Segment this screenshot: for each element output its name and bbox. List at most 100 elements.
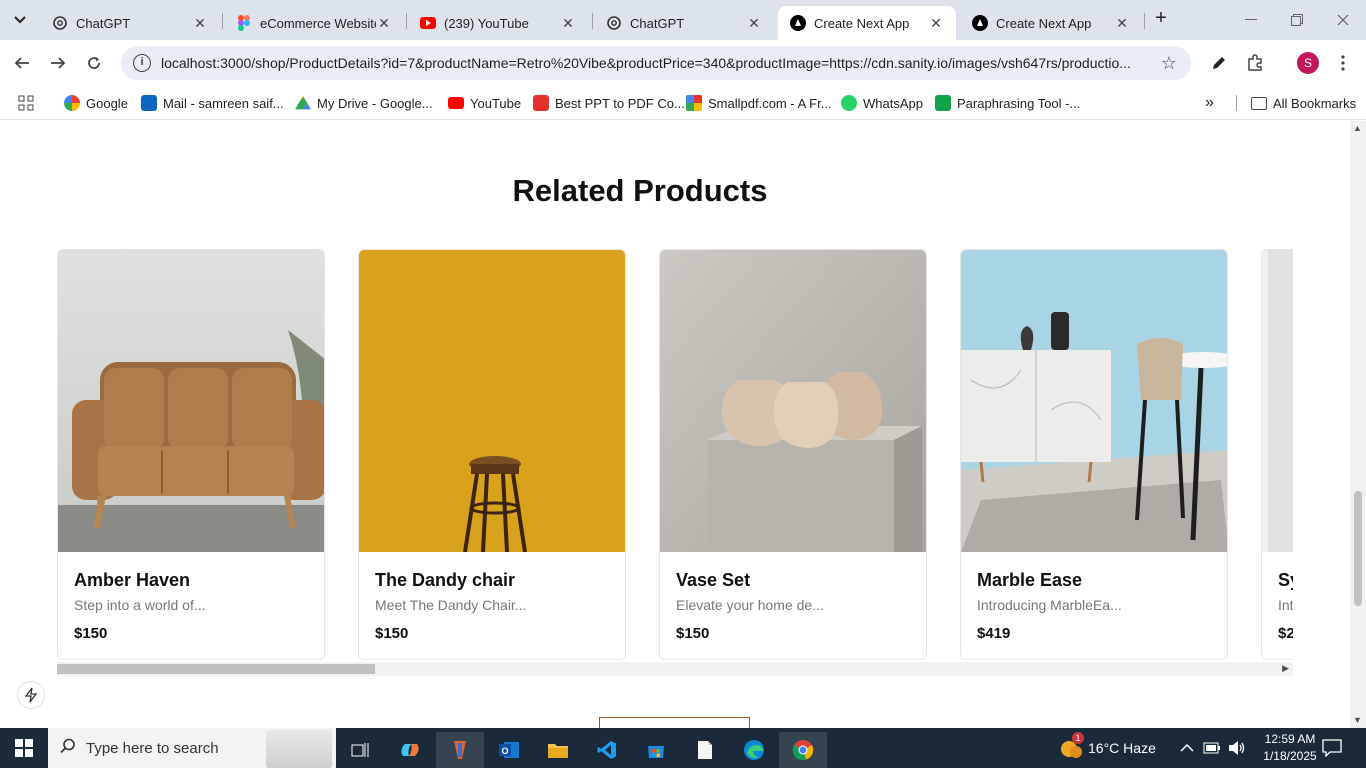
product-card-vase-set[interactable]: Vase Set Elevate your home de... $150 xyxy=(659,249,927,660)
extensions-puzzle-icon[interactable] xyxy=(1242,50,1268,76)
more-bookmarks-chevron-icon[interactable]: » xyxy=(1205,92,1214,114)
task-view-icon[interactable] xyxy=(336,732,384,768)
taskbar-search-box[interactable]: Type here to search xyxy=(48,728,336,768)
reload-icon[interactable] xyxy=(79,48,109,78)
tab-close-icon[interactable]: ✕ xyxy=(192,15,208,31)
product-image-partial[interactable] xyxy=(1262,250,1293,552)
related-products-carousel[interactable]: Amber Haven Step into a world of... $150… xyxy=(57,249,1293,661)
search-icon xyxy=(60,738,76,759)
bookmark-drive[interactable]: My Drive - Google... xyxy=(295,92,433,114)
scroll-right-arrow-icon[interactable]: ▶ xyxy=(1282,663,1289,674)
notepad-file-icon[interactable] xyxy=(681,732,729,768)
address-bar[interactable]: i localhost:3000/shop/ProductDetails?id=… xyxy=(121,46,1191,80)
scroll-up-arrow-icon[interactable]: ▲ xyxy=(1353,123,1362,133)
apps-grid-icon[interactable] xyxy=(18,92,34,114)
copilot-icon[interactable] xyxy=(386,732,434,768)
drive-icon xyxy=(295,95,311,110)
product-name[interactable]: The Dandy chair xyxy=(375,570,515,591)
product-image-sofa[interactable] xyxy=(58,250,324,552)
close-window-icon[interactable] xyxy=(1320,0,1366,40)
product-image-stool[interactable] xyxy=(359,250,625,552)
product-name[interactable]: Amber Haven xyxy=(74,570,190,591)
battery-icon[interactable] xyxy=(1203,728,1221,768)
tab-close-icon[interactable]: ✕ xyxy=(746,15,762,31)
product-card-dandy-chair[interactable]: The Dandy chair Meet The Dandy Chair... … xyxy=(358,249,626,660)
forward-arrow-icon[interactable] xyxy=(43,48,73,78)
bookmark-label: Best PPT to PDF Co... xyxy=(555,95,685,111)
bookmark-ppt-to-pdf[interactable]: Best PPT to PDF Co... xyxy=(533,92,685,114)
bookmark-smallpdf[interactable]: Smallpdf.com - A Fr... xyxy=(686,92,832,114)
tab-separator xyxy=(592,13,593,29)
outlook-icon xyxy=(141,95,157,111)
product-description: Int xyxy=(1278,597,1293,613)
tab-search-chevron-icon[interactable] xyxy=(8,8,32,32)
tab-title: ChatGPT xyxy=(630,15,685,31)
notification-center-icon[interactable] xyxy=(1322,728,1342,768)
site-info-icon[interactable]: i xyxy=(133,54,151,72)
bookmark-youtube[interactable]: YouTube xyxy=(448,92,521,114)
product-name[interactable]: Sy xyxy=(1278,570,1293,591)
product-price: $2 xyxy=(1278,625,1293,642)
bookmark-label: Google xyxy=(86,95,128,111)
page-vertical-scrollbar[interactable]: ▲ ▼ xyxy=(1350,121,1366,728)
svg-text:O: O xyxy=(501,746,508,756)
show-hidden-icons-chevron-icon[interactable] xyxy=(1180,728,1194,768)
outlook-icon[interactable]: O xyxy=(485,732,533,768)
bookmark-label: Mail - samreen saif... xyxy=(163,95,284,111)
product-name[interactable]: Marble Ease xyxy=(977,570,1082,591)
tab-youtube[interactable]: (239) YouTube ✕ xyxy=(408,6,588,40)
lightning-bolt-icon[interactable] xyxy=(17,681,45,709)
edge-browser-icon[interactable] xyxy=(730,732,778,768)
clock-time: 12:59 AM xyxy=(1264,732,1316,746)
page-scrollbar-thumb[interactable] xyxy=(1354,491,1362,606)
clock-date: 1/18/2025 xyxy=(1263,749,1317,763)
chrome-browser-icon[interactable] xyxy=(779,732,827,768)
tab-close-icon[interactable]: ✕ xyxy=(560,15,576,31)
pen-icon[interactable] xyxy=(1206,50,1232,76)
product-price: $150 xyxy=(74,625,108,642)
product-card-partial[interactable]: Sy Int $2 xyxy=(1261,249,1293,660)
kebab-menu-icon[interactable] xyxy=(1330,50,1356,76)
product-name[interactable]: Vase Set xyxy=(676,570,750,591)
tab-chatgpt-2[interactable]: ChatGPT ✕ xyxy=(594,6,774,40)
product-card-amber-haven[interactable]: Amber Haven Step into a world of... $150 xyxy=(57,249,325,660)
carousel-scrollbar-thumb[interactable] xyxy=(57,664,375,674)
tab-create-next-app-active[interactable]: Create Next App ✕ xyxy=(778,6,956,40)
tab-ecommerce[interactable]: eCommerce Website ✕ xyxy=(224,6,404,40)
vscode-icon[interactable] xyxy=(583,732,631,768)
bookmark-google[interactable]: Google xyxy=(64,92,128,114)
bookmark-whatsapp[interactable]: WhatsApp xyxy=(841,92,923,114)
carousel-horizontal-scrollbar[interactable]: ▶ xyxy=(57,662,1293,676)
tab-close-icon[interactable]: ✕ xyxy=(376,15,392,31)
weather-widget[interactable]: 1 16°C Haze xyxy=(1058,728,1156,768)
taskbar-clock[interactable]: 12:59 AM 1/18/2025 xyxy=(1256,731,1324,765)
windows-start-icon[interactable] xyxy=(0,728,48,768)
all-bookmarks-folder[interactable]: All Bookmarks xyxy=(1251,92,1356,114)
bookmark-paraphrasing[interactable]: Paraphrasing Tool -... xyxy=(935,92,1080,114)
back-arrow-icon[interactable] xyxy=(7,48,37,78)
bookmark-mail[interactable]: Mail - samreen saif... xyxy=(141,92,284,114)
url-text[interactable]: localhost:3000/shop/ProductDetails?id=7&… xyxy=(161,55,1151,71)
tab-close-icon[interactable]: ✕ xyxy=(1114,15,1130,31)
bookmark-label: Smallpdf.com - A Fr... xyxy=(708,95,832,111)
product-image-marble-cabinet[interactable] xyxy=(961,250,1227,552)
microsoft-store-icon[interactable] xyxy=(632,732,680,768)
bookmark-star-icon[interactable]: ☆ xyxy=(1161,53,1177,74)
volume-speaker-icon[interactable] xyxy=(1228,728,1246,768)
tab-chatgpt-1[interactable]: ChatGPT ✕ xyxy=(40,6,220,40)
scroll-down-arrow-icon[interactable]: ▼ xyxy=(1353,715,1362,725)
tab-title: eCommerce Website xyxy=(260,15,376,31)
product-card-marble-ease[interactable]: Marble Ease Introducing MarbleEa... $419 xyxy=(960,249,1228,660)
taskbar-app-pinned-icon[interactable] xyxy=(436,732,484,768)
tab-create-next-app[interactable]: Create Next App ✕ xyxy=(960,6,1142,40)
new-tab-plus-icon[interactable]: + xyxy=(1150,8,1172,30)
file-explorer-icon[interactable] xyxy=(534,732,582,768)
restore-icon[interactable] xyxy=(1274,0,1320,40)
product-description: Introducing MarbleEa... xyxy=(977,597,1122,613)
bookmark-label: Paraphrasing Tool -... xyxy=(957,95,1081,111)
profile-avatar[interactable]: S xyxy=(1297,52,1319,74)
minimize-icon[interactable] xyxy=(1228,0,1274,40)
tab-close-icon[interactable]: ✕ xyxy=(928,15,944,31)
product-image-vases[interactable] xyxy=(660,250,926,552)
next-section-box xyxy=(599,717,750,728)
